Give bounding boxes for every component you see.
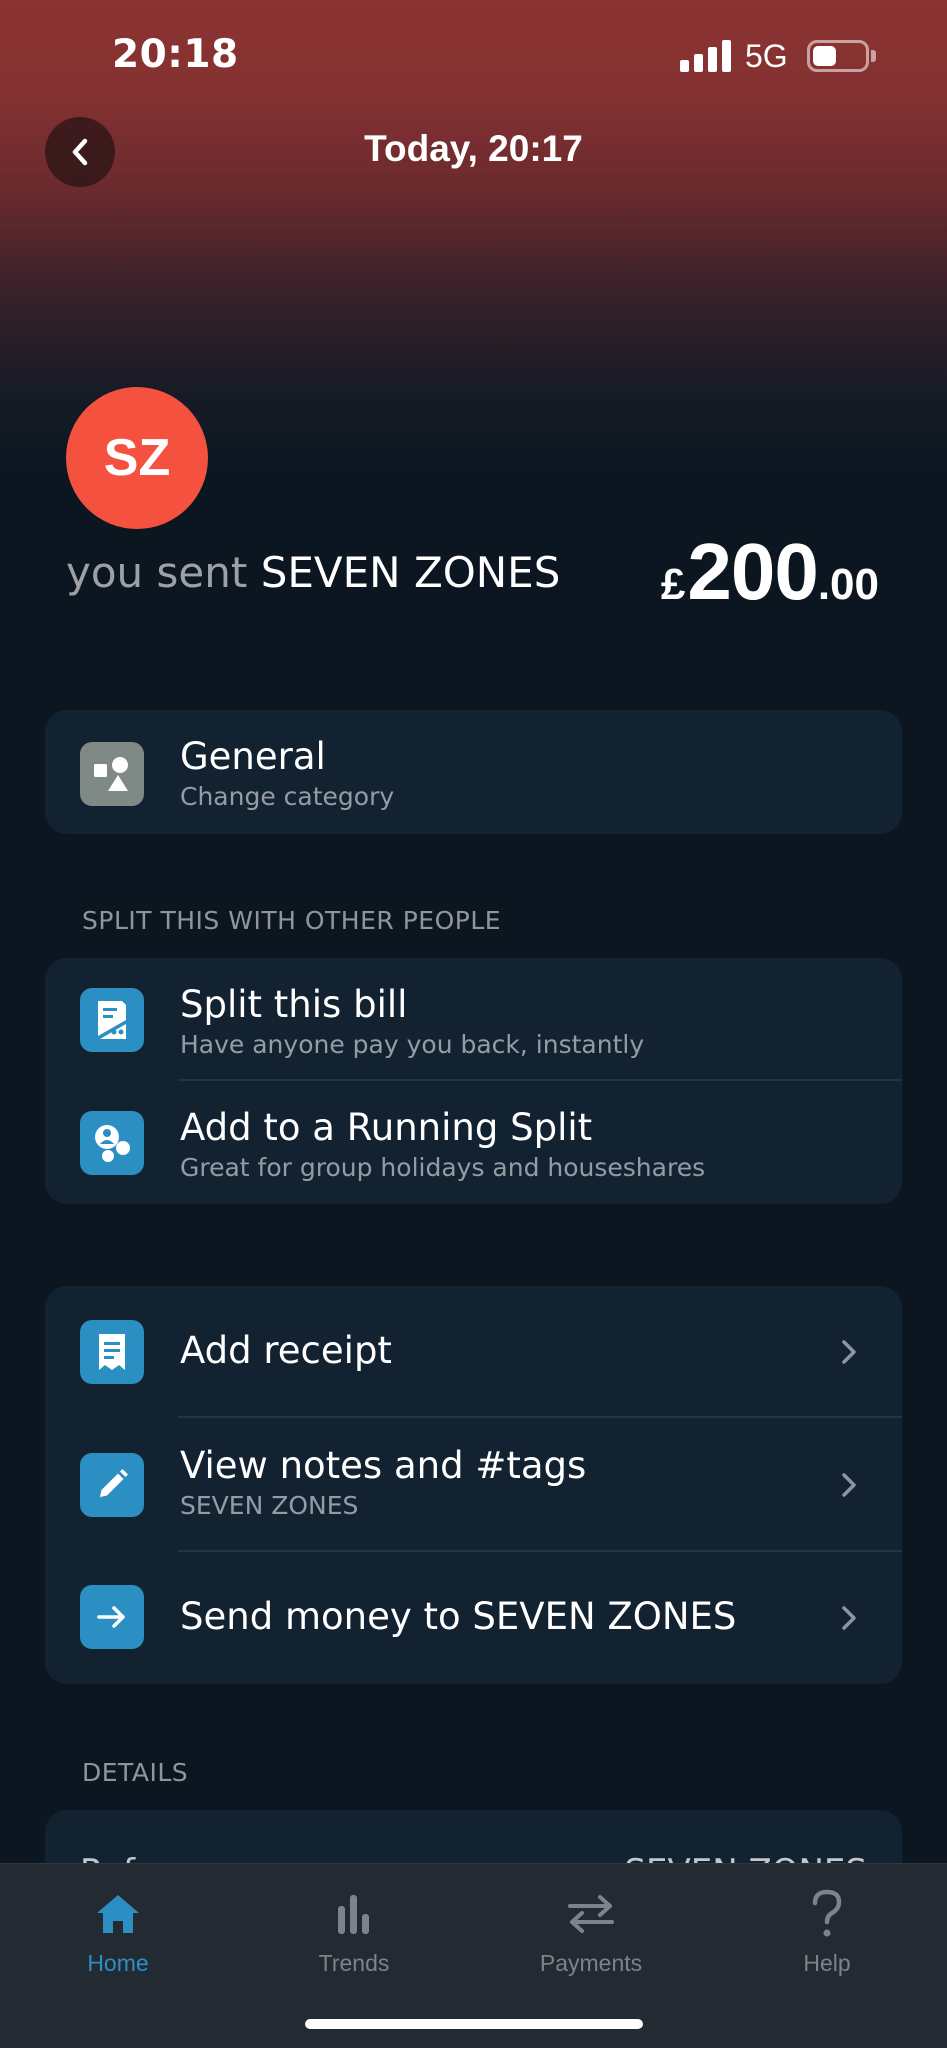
- transaction-amount: £ 200 .00: [661, 526, 879, 618]
- home-icon: [18, 1884, 218, 1944]
- tab-home-label: Home: [87, 1950, 149, 1976]
- merchant-name: SEVEN ZONES: [260, 548, 561, 597]
- running-split-row[interactable]: Add to a Running Split Great for group h…: [45, 1081, 902, 1204]
- split-bill-subtitle: Have anyone pay you back, instantly: [180, 1030, 645, 1059]
- chevron-right-icon: [842, 1473, 856, 1497]
- tab-payments-label: Payments: [539, 1950, 643, 1976]
- send-money-row[interactable]: Send money to SEVEN ZONES: [45, 1552, 902, 1684]
- category-title: General: [180, 735, 326, 778]
- category-card[interactable]: General Change category: [45, 710, 902, 834]
- transaction-description: you sent SEVEN ZONES: [66, 548, 560, 597]
- details-section-label: DETAILS: [82, 1758, 189, 1787]
- shapes-icon: [80, 742, 144, 806]
- tab-help-label: Help: [803, 1950, 851, 1976]
- category-subtitle: Change category: [180, 782, 395, 811]
- direction-label: you sent: [66, 548, 248, 597]
- split-section-label: SPLIT THIS WITH OTHER PEOPLE: [82, 906, 502, 935]
- question-icon: [727, 1884, 927, 1944]
- split-bill-row[interactable]: Split this bill Have anyone pay you back…: [45, 958, 902, 1081]
- page-title: Today, 20:17: [364, 128, 583, 169]
- running-split-title: Add to a Running Split: [180, 1106, 593, 1149]
- tab-trends[interactable]: Trends: [254, 1884, 454, 1977]
- split-bill-icon: [80, 988, 144, 1052]
- running-split-subtitle: Great for group holidays and houseshares: [180, 1153, 706, 1182]
- view-notes-subtitle: SEVEN ZONES: [180, 1491, 359, 1520]
- status-time: 20:18: [112, 32, 239, 77]
- battery-cap: [871, 50, 876, 62]
- merchant-avatar: SZ: [66, 387, 208, 529]
- transfer-arrows-icon: [491, 1884, 691, 1944]
- tab-trends-label: Trends: [318, 1950, 390, 1976]
- split-bill-title: Split this bill: [180, 983, 408, 1026]
- view-notes-title: View notes and #tags: [180, 1444, 587, 1487]
- avatar-initials: SZ: [103, 429, 171, 487]
- tab-payments[interactable]: Payments: [491, 1884, 691, 1977]
- category-row[interactable]: General Change category: [45, 710, 902, 834]
- battery-icon: [807, 40, 869, 72]
- arrow-right-icon: [80, 1585, 144, 1649]
- running-split-icon: [80, 1111, 144, 1175]
- chevron-right-icon: [842, 1340, 856, 1364]
- split-card: Split this bill Have anyone pay you back…: [45, 958, 902, 1204]
- details-card: Ref SEVEN ZONES: [45, 1810, 902, 1870]
- send-money-title: Send money to SEVEN ZONES: [180, 1595, 737, 1638]
- pencil-icon: [80, 1453, 144, 1517]
- view-notes-row[interactable]: View notes and #tags SEVEN ZONES: [45, 1418, 902, 1552]
- actions-card: Add receipt View notes and #tags SEVEN Z…: [45, 1286, 902, 1684]
- bar-chart-icon: [254, 1884, 454, 1944]
- amount-integer: 200: [687, 527, 818, 616]
- network-type: 5G: [745, 38, 788, 74]
- add-receipt-row[interactable]: Add receipt: [45, 1286, 902, 1418]
- signal-icon: [680, 40, 732, 72]
- status-bar: 20:18 5G: [0, 0, 947, 110]
- add-receipt-title: Add receipt: [180, 1329, 392, 1372]
- chevron-right-icon: [842, 1606, 856, 1630]
- amount-decimal: .00: [817, 560, 879, 609]
- receipt-icon: [80, 1320, 144, 1384]
- tab-home[interactable]: Home: [18, 1884, 218, 1977]
- tab-help[interactable]: Help: [727, 1884, 927, 1977]
- amount-currency: £: [660, 560, 686, 609]
- home-indicator: [305, 2019, 643, 2029]
